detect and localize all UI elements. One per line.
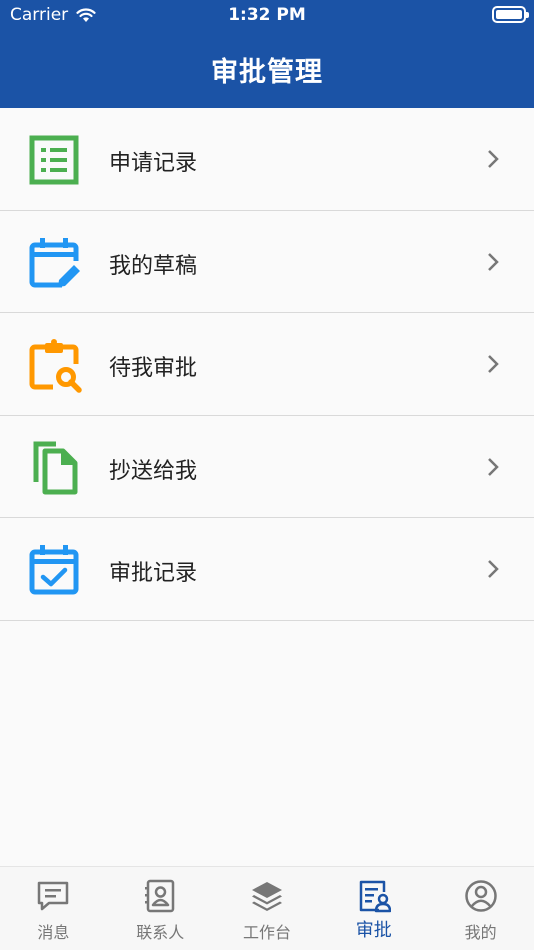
- tab-messages[interactable]: 消息: [0, 867, 107, 950]
- chevron-right-icon: [488, 355, 499, 373]
- tab-label: 工作台: [242, 923, 291, 942]
- page-title: 审批管理: [211, 57, 323, 88]
- clipboard-search-icon: [29, 339, 82, 393]
- tab-contacts[interactable]: 联系人: [107, 867, 214, 950]
- calendar-check-icon: [29, 545, 79, 595]
- menu-item-label: 审批记录: [109, 561, 198, 586]
- menu-item-my-drafts[interactable]: 我的草稿: [0, 210, 534, 313]
- menu-item-cc-to-me[interactable]: 抄送给我: [0, 415, 534, 518]
- menu-item-approval-records[interactable]: 审批记录: [0, 518, 534, 621]
- menu-item-label: 申请记录: [109, 151, 198, 176]
- menu-item-label: 待我审批: [109, 356, 198, 381]
- chevron-right-icon: [488, 457, 499, 476]
- layers-icon: [251, 882, 282, 911]
- calendar-edit-icon: [29, 237, 80, 287]
- approval-icon: [359, 880, 391, 913]
- contacts-icon: [145, 879, 175, 913]
- copy-files-icon: [33, 441, 78, 494]
- chevron-right-icon: [488, 252, 499, 271]
- tab-profile[interactable]: 我的: [427, 867, 534, 950]
- approval-menu: 申请记录 我的草稿 待我审批 抄送给我 审批记录: [0, 108, 534, 621]
- bottom-tab-bar: 消息 联系人 工作台 审批 我的: [0, 866, 534, 950]
- menu-item-label: 抄送给我: [109, 458, 198, 484]
- tab-label: 联系人: [136, 923, 185, 942]
- tab-label: 消息: [37, 923, 70, 942]
- battery-icon: [492, 6, 529, 23]
- list-document-icon: [29, 135, 79, 185]
- profile-icon: [464, 880, 497, 912]
- chevron-right-icon: [488, 150, 499, 168]
- chevron-right-icon: [488, 560, 499, 578]
- tab-label: 我的: [464, 923, 497, 942]
- status-bar: Carrier 1:32 PM: [0, 0, 534, 30]
- tab-workbench[interactable]: 工作台: [214, 867, 321, 950]
- status-time: 1:32 PM: [228, 5, 306, 25]
- menu-item-pending-approval[interactable]: 待我审批: [0, 313, 534, 416]
- menu-item-application-records[interactable]: 申请记录: [0, 108, 534, 211]
- tab-label: 审批: [355, 920, 392, 941]
- message-icon: [38, 881, 69, 911]
- tab-approval[interactable]: 审批: [320, 867, 427, 950]
- app-header: Carrier 1:32 PM 审批管理: [0, 0, 534, 108]
- menu-item-label: 我的草稿: [109, 253, 198, 279]
